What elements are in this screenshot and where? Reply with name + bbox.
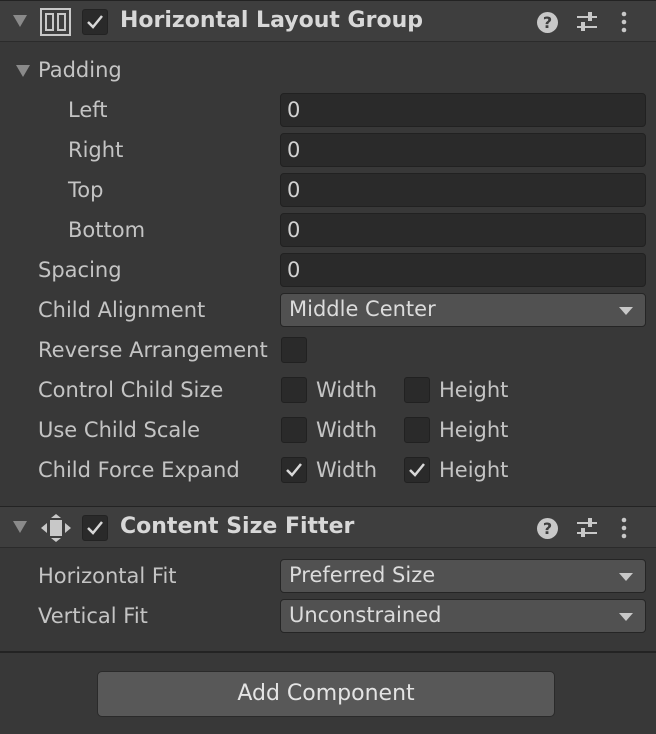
help-icon[interactable]: ?: [537, 518, 558, 539]
child-alignment-dropdown[interactable]: Middle Center: [280, 293, 646, 327]
reverse-arrangement-label: Reverse Arrangement: [38, 338, 268, 362]
component-title: Horizontal Layout Group: [120, 8, 423, 33]
control-child-size-height-label: Height: [439, 378, 509, 402]
vertical-fit-label: Vertical Fit: [38, 604, 148, 628]
horizontal-fit-label: Horizontal Fit: [38, 564, 177, 588]
use-child-scale-width-label: Width: [316, 418, 378, 442]
spacing-field[interactable]: 0: [280, 253, 646, 287]
help-icon[interactable]: ?: [537, 12, 558, 33]
kebab-icon[interactable]: [620, 517, 628, 539]
child-force-expand-label: Child Force Expand: [38, 458, 240, 482]
horizontal-layout-group-enabled-checkbox[interactable]: [82, 9, 108, 35]
kebab-icon[interactable]: [620, 11, 628, 33]
content-size-fitter-header[interactable]: Content Size Fitter ?: [0, 506, 656, 548]
component-title: Content Size Fitter: [120, 514, 355, 539]
horizontal-layout-group-header[interactable]: Horizontal Layout Group ?: [0, 0, 656, 42]
padding-left-label: Left: [68, 98, 108, 122]
add-component-button[interactable]: Add Component: [97, 671, 555, 717]
sliders-icon[interactable]: [576, 11, 598, 33]
checkmark-icon: [286, 463, 302, 477]
horizontal-layout-group-icon: [40, 8, 71, 36]
padding-top-label: Top: [68, 178, 104, 202]
child-force-expand-height-label: Height: [439, 458, 509, 482]
use-child-scale-height-label: Height: [439, 418, 509, 442]
foldout-arrow-icon[interactable]: [13, 521, 27, 533]
use-child-scale-label: Use Child Scale: [38, 418, 201, 442]
checkmark-icon: [87, 521, 103, 535]
vertical-fit-dropdown[interactable]: Unconstrained: [280, 599, 646, 633]
checkmark-icon: [87, 15, 103, 29]
horizontal-fit-value: Preferred Size: [289, 563, 436, 587]
control-child-size-height-checkbox[interactable]: [404, 377, 430, 403]
child-alignment-value: Middle Center: [289, 297, 436, 321]
vertical-fit-value: Unconstrained: [289, 603, 442, 627]
use-child-scale-width-checkbox[interactable]: [281, 417, 307, 443]
checkmark-icon: [409, 463, 425, 477]
content-size-fitter-enabled-checkbox[interactable]: [82, 515, 108, 541]
foldout-arrow-icon[interactable]: [13, 15, 27, 27]
padding-foldout-icon[interactable]: [16, 65, 30, 77]
control-child-size-width-checkbox[interactable]: [281, 377, 307, 403]
separator: [0, 651, 656, 653]
child-force-expand-width-label: Width: [316, 458, 378, 482]
content-size-fitter-icon: [41, 514, 71, 542]
dropdown-arrow-icon: [619, 573, 633, 581]
padding-bottom-label: Bottom: [68, 218, 146, 242]
padding-label[interactable]: Padding: [38, 58, 122, 82]
control-child-size-label: Control Child Size: [38, 378, 224, 402]
reverse-arrangement-checkbox[interactable]: [281, 337, 307, 363]
dropdown-arrow-icon: [619, 613, 633, 621]
padding-right-label: Right: [68, 138, 124, 162]
padding-top-field[interactable]: 0: [280, 173, 646, 207]
use-child-scale-height-checkbox[interactable]: [404, 417, 430, 443]
control-child-size-width-label: Width: [316, 378, 378, 402]
child-alignment-label: Child Alignment: [38, 298, 206, 322]
child-force-expand-width-checkbox[interactable]: [281, 457, 307, 483]
spacing-label: Spacing: [38, 258, 122, 282]
sliders-icon[interactable]: [576, 517, 598, 539]
child-force-expand-height-checkbox[interactable]: [404, 457, 430, 483]
dropdown-arrow-icon: [619, 307, 633, 315]
padding-right-field[interactable]: 0: [280, 133, 646, 167]
padding-left-field[interactable]: 0: [280, 93, 646, 127]
padding-bottom-field[interactable]: 0: [280, 213, 646, 247]
horizontal-fit-dropdown[interactable]: Preferred Size: [280, 559, 646, 593]
